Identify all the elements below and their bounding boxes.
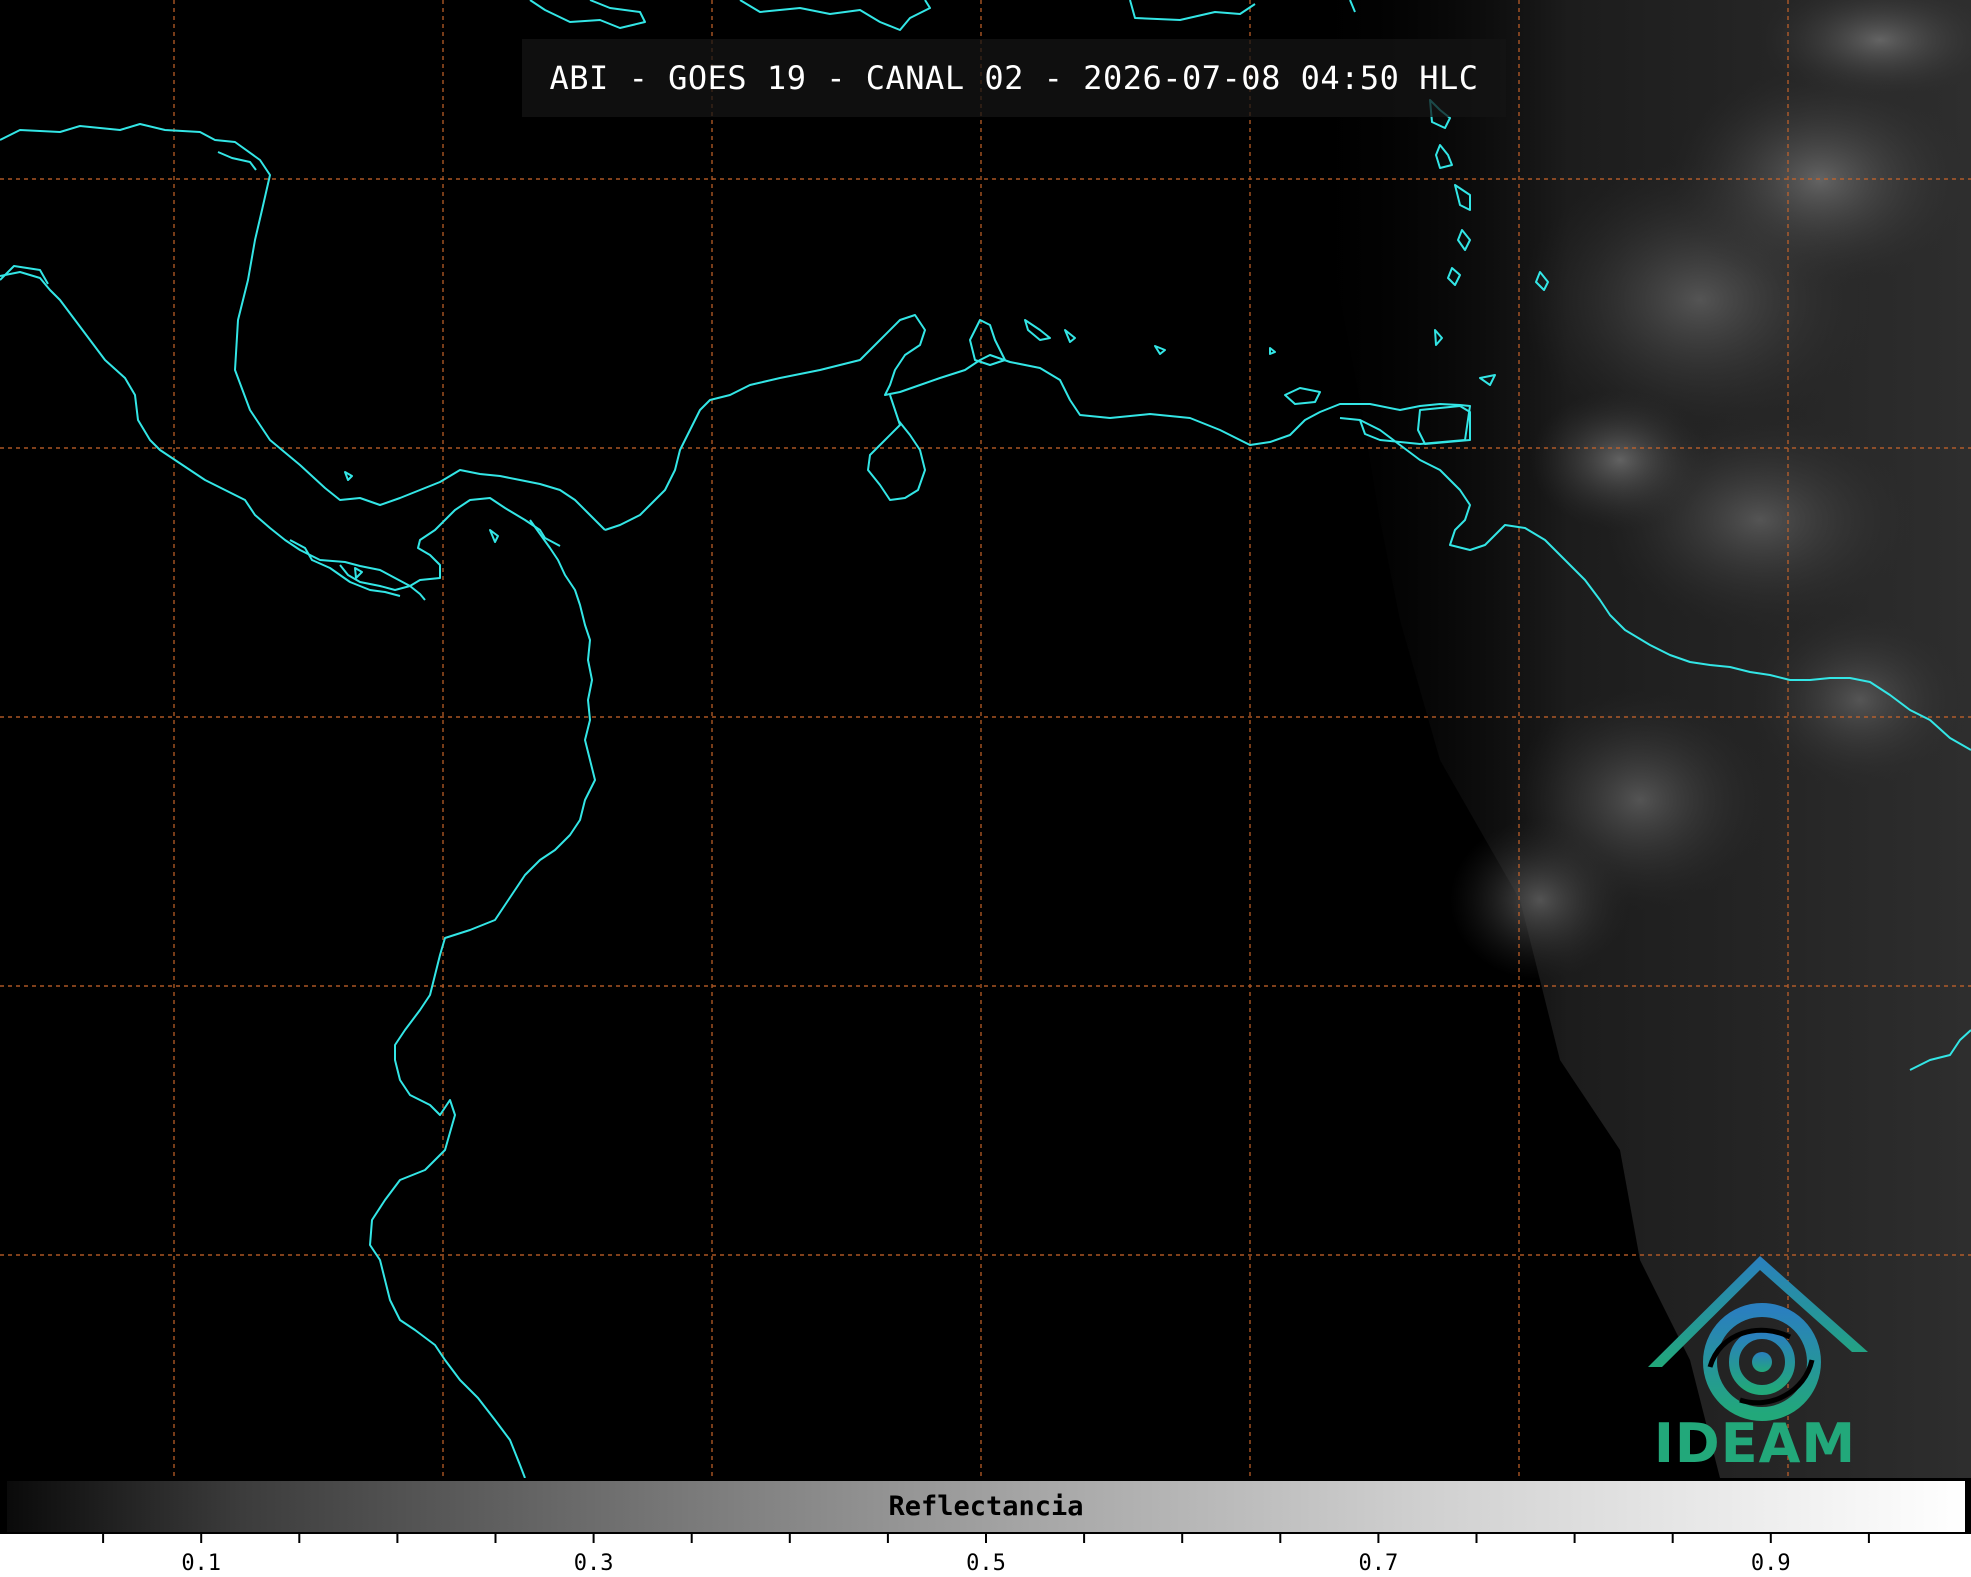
title-banner: ABI - GOES 19 - CANAL 02 - 2026-07-08 04… — [522, 39, 1506, 117]
colorbar-tick-label: 0.9 — [1750, 1551, 1791, 1576]
map-title: ABI - GOES 19 - CANAL 02 - 2026-07-08 04… — [549, 59, 1479, 97]
ideam-logo-text: IDEAM — [1653, 1412, 1857, 1475]
colorbar-tick-label: 0.7 — [1358, 1551, 1399, 1576]
cloud-field — [1300, 0, 1971, 1478]
colorbar-tick-label: 0.1 — [181, 1551, 222, 1576]
colorbar-label: Reflectancia — [888, 1491, 1084, 1522]
colorbar-tick-label: 0.3 — [573, 1551, 614, 1576]
colorbar-tick-label: 0.5 — [966, 1551, 1006, 1576]
satellite-viewer: ABI - GOES 19 - CANAL 02 - 2026-07-08 04… — [0, 0, 1971, 1577]
colorbar: Reflectancia — [5, 1479, 1967, 1534]
